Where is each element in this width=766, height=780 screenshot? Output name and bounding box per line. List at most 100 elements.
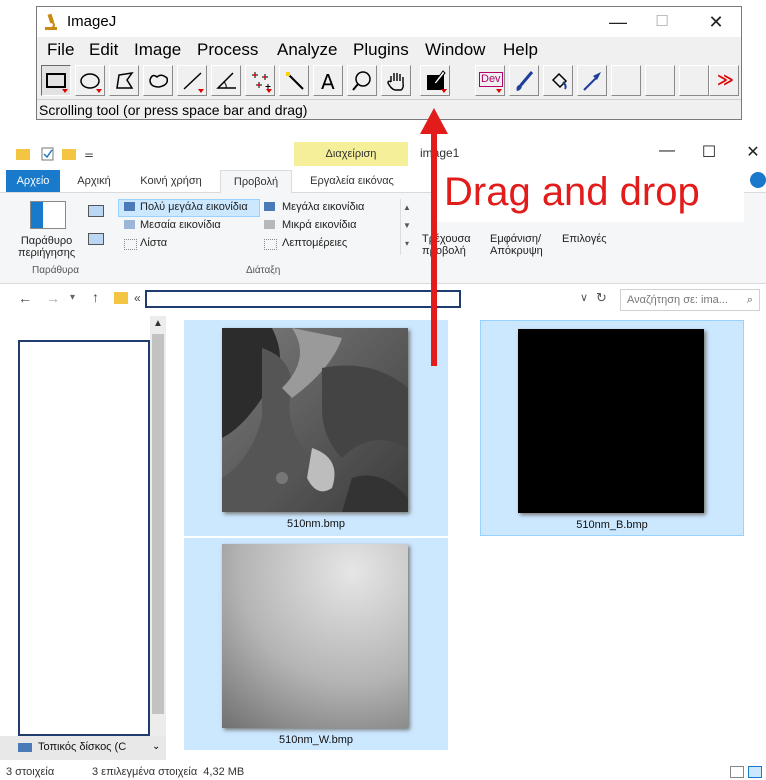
file-item[interactable]: 510nm_W.bmp [184,538,448,750]
view-list[interactable]: Λίστα [140,237,167,249]
preview-pane-icon[interactable] [88,205,104,217]
thumbnail-510nm-w [222,544,408,728]
large-icons-icon [264,202,275,211]
address-dropdown-icon[interactable]: ∨ [580,291,588,304]
wand-icon [286,72,304,90]
search-icon: ⌕ [746,294,753,306]
more-tools-button[interactable]: ≫ [709,65,739,96]
view-large-icons[interactable]: Μεγάλα εικονίδια [282,201,364,213]
tab-share[interactable]: Κοινή χρήση [128,170,214,192]
scroll-up-icon[interactable]: ▲ [153,318,163,329]
dev-label: Dev [479,72,503,87]
scroll-thumb[interactable] [152,334,164,714]
menu-image[interactable]: Image [134,40,181,60]
back-icon[interactable]: ← [18,290,32,306]
options-button[interactable]: Επιλογές [562,233,607,245]
magnifier-icon [352,71,371,91]
view-extra-large-icons[interactable]: Πολύ μεγάλα εικονίδια [140,201,248,213]
imagej-title: ImageJ [67,13,117,30]
oval-tool-button[interactable] [75,65,105,96]
medium-icons-icon [124,220,135,229]
empty-tool-slot-3[interactable] [679,65,709,96]
drive-row[interactable]: Τοπικός δίσκος (C ⌄ [0,736,166,760]
tab-home[interactable]: Αρχική [68,170,120,192]
picture-tools-header: Διαχείριση [294,142,408,166]
freehand-tool-button[interactable] [143,65,173,96]
thumbnail-510nm-b [518,329,704,513]
view-details[interactable]: Λεπτομέρειες [282,237,347,249]
tab-view[interactable]: Προβολή [220,170,292,193]
scroll-tool-button[interactable] [381,65,411,96]
help-icon[interactable] [750,172,766,188]
small-icons-icon [264,220,275,229]
explorer-titlebar[interactable]: = Διαχείριση image1 — ☐ ✕ [0,136,766,170]
file-item[interactable]: 510nm.bmp [184,320,448,536]
dev-tool-button[interactable]: Dev [475,65,505,96]
tab-picture-tools[interactable]: Εργαλεία εικόνας [296,170,408,192]
magnifier-tool-button[interactable] [347,65,377,96]
explorer-close-button[interactable]: ✕ [738,142,766,162]
refresh-icon[interactable]: ↻ [596,290,607,306]
empty-tool-slot-1[interactable] [611,65,641,96]
explorer-minimize-button[interactable]: — [652,142,682,160]
line-tool-button[interactable] [177,65,207,96]
explorer-maximize-button[interactable]: ☐ [694,142,724,162]
angle-tool-button[interactable] [211,65,241,96]
navigation-scrollbar[interactable]: ▲ [150,316,166,736]
text-icon: A [321,70,335,92]
imagej-titlebar[interactable]: ImageJ — ☐ ✕ [37,7,741,37]
wand-tool-button[interactable] [279,65,309,96]
up-icon[interactable]: ↑ [92,289,99,305]
menu-help[interactable]: Help [503,40,538,60]
address-row: ← → ▾ ↑ « ∨ ↻ Αναζήτηση σε: ima... ⌕ [0,284,766,314]
imagej-status-bar: Scrolling tool (or press space bar and d… [37,99,741,120]
navigation-pane-button[interactable]: Παράθυρο περιήγησης [18,235,75,259]
empty-tool-slot-2[interactable] [645,65,675,96]
layout-scroll[interactable]: ▲ ▼ ▾ [400,199,413,255]
flood-fill-tool-button[interactable] [543,65,573,96]
more-tools-icon: ≫ [717,72,734,89]
show-hide-button[interactable]: Εμφάνιση/ Απόκρυψη [490,233,543,257]
menu-plugins[interactable]: Plugins [353,40,409,60]
recent-locations-icon[interactable]: ▾ [70,292,75,303]
drive-icon [18,743,32,752]
navigation-tree[interactable] [18,340,150,736]
thumbnail-510nm [222,328,408,512]
bucket-icon [551,72,568,90]
search-placeholder: Αναζήτηση σε: ima... [627,294,728,306]
text-tool-button[interactable]: A [313,65,343,96]
large-icons-view-icon[interactable] [748,766,762,778]
menu-edit[interactable]: Edit [89,40,118,60]
menu-file[interactable]: File [47,40,74,60]
forward-icon[interactable]: → [46,290,60,306]
view-medium-icons[interactable]: Μεσαία εικονίδια [140,219,221,231]
selection-info: 3 επιλεγμένα στοιχεία 4,32 MB [92,766,245,778]
details-view-icon[interactable] [730,766,744,778]
brush-tool-button[interactable] [509,65,539,96]
address-prefix: « [134,291,141,305]
explorer-status-bar: 3 στοιχεία 3 επιλεγμένα στοιχεία 4,32 MB [0,764,766,780]
maximize-button[interactable]: ☐ [647,11,677,33]
color-picker-tool-button[interactable] [420,65,450,96]
quick-access-toolbar[interactable]: = [14,146,104,162]
arrow-tool-button[interactable] [577,65,607,96]
rectangle-tool-button[interactable] [41,65,71,96]
minimize-button[interactable]: — [603,11,633,33]
file-name: 510nm.bmp [286,518,346,530]
brush-icon [516,71,534,91]
polygon-tool-button[interactable] [109,65,139,96]
scroll-down-icon[interactable]: ⌄ [152,741,160,752]
file-item[interactable]: 510nm_B.bmp [480,320,744,536]
item-count: 3 στοιχεία [6,766,55,778]
close-button[interactable]: ✕ [701,11,731,33]
menu-window[interactable]: Window [425,40,485,60]
point-tool-button[interactable] [245,65,275,96]
tab-file[interactable]: Αρχείο [6,170,60,192]
menu-process[interactable]: Process [197,40,258,60]
details-pane-icon[interactable] [88,233,104,245]
menu-analyze[interactable]: Analyze [277,40,337,60]
drag-and-drop-annotation: Drag and drop [444,170,700,214]
angle-icon [216,72,236,89]
search-input[interactable]: Αναζήτηση σε: ima... ⌕ [620,289,760,311]
view-small-icons[interactable]: Μικρά εικονίδια [282,219,356,231]
